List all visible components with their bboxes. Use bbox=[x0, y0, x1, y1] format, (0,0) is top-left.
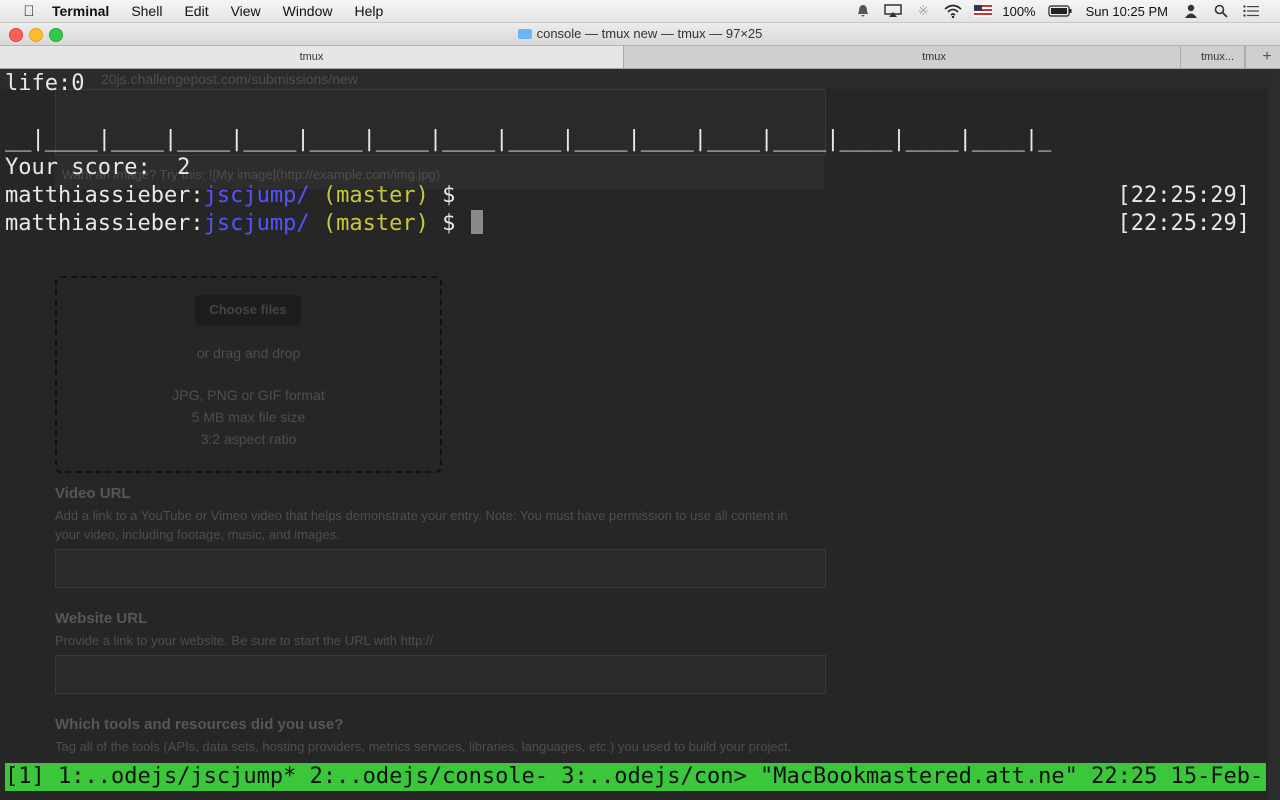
tab-1-label: tmux bbox=[299, 51, 324, 63]
file-dropzone: Choose files or drag and drop JPG, PNG o… bbox=[55, 276, 442, 473]
tab-bar: tmux tmux tmux... + bbox=[0, 46, 1280, 69]
prompt-user: matthiassieber: bbox=[5, 211, 204, 236]
title-bar[interactable]: console — tmux new — tmux — 97×25 bbox=[0, 23, 1280, 46]
menu-bar:  Terminal Shell Edit View Window Help ※… bbox=[0, 0, 1280, 23]
prompt-dollar: $ bbox=[428, 183, 456, 208]
menu-view[interactable]: View bbox=[231, 3, 261, 19]
bluetooth-icon[interactable]: ※ bbox=[914, 2, 932, 20]
tools-desc: Tag all of the tools (APIs, data sets, h… bbox=[55, 739, 792, 754]
us-flag-icon[interactable] bbox=[974, 2, 993, 20]
drag-drop-text: or drag and drop bbox=[196, 345, 301, 361]
text-cursor bbox=[470, 210, 483, 234]
app-menu[interactable]: Terminal bbox=[52, 3, 109, 19]
prompt-user: matthiassieber: bbox=[5, 183, 204, 208]
prompt-branch: master bbox=[336, 211, 416, 236]
prompt-dollar: $ bbox=[428, 211, 456, 236]
window-title: console — tmux new — tmux — 97×25 bbox=[0, 26, 1280, 41]
menubar-clock[interactable]: Sun 10:25 PM bbox=[1086, 4, 1168, 19]
tab-2-label: tmux bbox=[922, 51, 946, 63]
game-life: life:0 bbox=[5, 71, 85, 96]
prompt-branch-close: ) bbox=[415, 183, 429, 208]
tab-2[interactable]: tmux bbox=[624, 46, 1245, 68]
menu-shell[interactable]: Shell bbox=[131, 3, 162, 19]
apple-menu-icon[interactable]:  bbox=[18, 3, 40, 20]
browser-url: 20js.challengepost.com/submissions/new bbox=[101, 71, 358, 87]
menu-window[interactable]: Window bbox=[283, 3, 333, 19]
user-icon[interactable] bbox=[1182, 2, 1200, 20]
game-ground: __|____|____|____|____|____|____|____|__… bbox=[5, 127, 1052, 152]
website-url-heading: Website URL bbox=[55, 610, 148, 627]
menu-edit[interactable]: Edit bbox=[184, 3, 208, 19]
video-url-desc-2: your video, including footage, music, an… bbox=[55, 527, 340, 542]
folder-icon bbox=[517, 29, 532, 39]
prompt-line-2: matthiassieber:jscjump/ (master) $ bbox=[5, 210, 483, 238]
format-text: JPG, PNG or GIF format bbox=[172, 387, 325, 403]
battery-icon[interactable] bbox=[1048, 2, 1072, 20]
choose-files-button: Choose files bbox=[195, 295, 301, 325]
website-url-input bbox=[55, 655, 826, 694]
ratio-text: 3:2 aspect ratio bbox=[200, 431, 297, 447]
website-url-desc: Provide a link to your website. Be sure … bbox=[55, 633, 434, 648]
tab-3-label: tmux... bbox=[1201, 51, 1235, 63]
new-tab-button[interactable]: + bbox=[1254, 46, 1280, 68]
prompt-time-1: [22:25:29] bbox=[1117, 183, 1250, 208]
tmux-status-bar[interactable]: [1] 1:..odejs/jscjump* 2:..odejs/console… bbox=[5, 763, 1266, 791]
spotlight-search-icon[interactable] bbox=[1212, 2, 1230, 20]
tools-heading: Which tools and resources did you use? bbox=[55, 716, 344, 733]
window-title-text: console — tmux new — tmux — 97×25 bbox=[536, 26, 763, 41]
prompt-dir: jscjump/ bbox=[203, 183, 310, 208]
notification-bell-icon[interactable] bbox=[854, 2, 872, 20]
prompt-time-2: [22:25:29] bbox=[1117, 211, 1250, 236]
battery-percent: 100% bbox=[1002, 3, 1036, 19]
video-url-desc-1: Add a link to a YouTube or Vimeo video t… bbox=[55, 508, 788, 523]
notification-center-icon[interactable] bbox=[1242, 2, 1260, 20]
airplay-icon[interactable] bbox=[884, 2, 903, 20]
terminal-window: console — tmux new — tmux — 97×25 tmux t… bbox=[0, 23, 1280, 800]
prompt-branch: master bbox=[336, 183, 416, 208]
prompt-branch-open: ( bbox=[309, 211, 337, 236]
video-url-input bbox=[55, 549, 826, 588]
tab-1[interactable]: tmux bbox=[0, 46, 624, 68]
wifi-icon[interactable] bbox=[944, 2, 962, 20]
prompt-branch-close: ) bbox=[415, 211, 429, 236]
game-score: Your score: 2 bbox=[5, 155, 191, 180]
scrollbar[interactable] bbox=[1268, 69, 1280, 800]
prompt-branch-open: ( bbox=[309, 183, 337, 208]
prompt-line-1: matthiassieber:jscjump/ (master) $ bbox=[5, 182, 455, 210]
size-text: 5 MB max file size bbox=[191, 409, 306, 425]
video-url-heading: Video URL bbox=[55, 485, 131, 502]
terminal-pane[interactable]: 20js.challengepost.com/submissions/new W… bbox=[0, 69, 1268, 800]
tab-3[interactable]: tmux... bbox=[1180, 46, 1246, 68]
menu-help[interactable]: Help bbox=[354, 3, 383, 19]
prompt-dir: jscjump/ bbox=[203, 211, 310, 236]
